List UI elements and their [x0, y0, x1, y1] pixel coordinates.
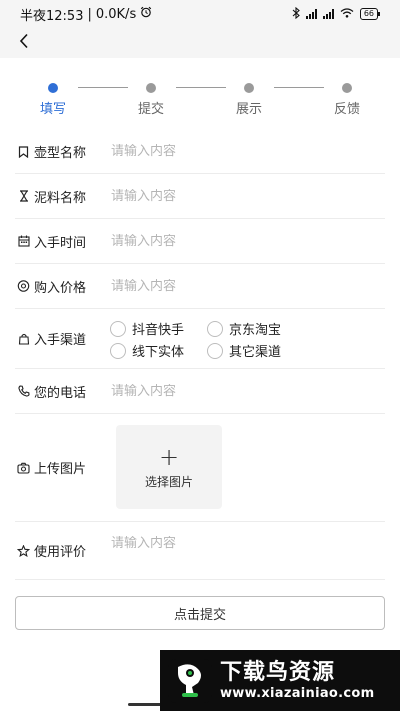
bluetooth-icon [292, 6, 300, 22]
form-row-upload: 上传图片 + 选择图片 [15, 414, 385, 522]
status-network-speed: 0.0K/s [95, 6, 137, 22]
wifi-icon [340, 7, 354, 21]
signal-icon [305, 9, 317, 19]
field-label: 入手渠道 [34, 333, 87, 348]
price-input[interactable] [111, 278, 371, 294]
step-label: 提交 [137, 102, 164, 117]
progress-steps: 填写 提交 展示 反馈 [0, 80, 400, 120]
radio-circle[interactable] [110, 320, 126, 337]
form-row-pot-name: 壶型名称 [15, 130, 385, 174]
step-dot-active [48, 83, 58, 93]
chevron-left-icon [18, 33, 30, 53]
field-label: 壶型名称 [34, 146, 87, 161]
status-bar: 半夜12:53 | 0.0K/s 66 [0, 0, 400, 28]
radio-circle[interactable] [207, 342, 223, 359]
watermark-text: 下载鸟资源 www.xiazainiao.com [220, 660, 374, 702]
watermark-url: www.xiazainiao.com [220, 685, 375, 701]
alarm-clock-icon [140, 6, 152, 22]
purchase-time-input[interactable] [111, 233, 371, 249]
step-label: 反馈 [333, 102, 360, 117]
radio-label: 京东淘宝 [229, 323, 282, 338]
select-image-button[interactable]: + 选择图片 [116, 425, 222, 509]
radio-label: 其它渠道 [229, 345, 282, 360]
status-left: 半夜12:53 | 0.0K/s [20, 5, 152, 24]
step-dot [244, 83, 254, 93]
step-display: 展示 [219, 80, 279, 117]
field-label: 泥料名称 [34, 190, 87, 206]
radio-douyin-kuaishou[interactable]: 抖音快手 [110, 319, 184, 338]
plus-icon: + [158, 442, 180, 471]
watermark-title: 下载鸟资源 [220, 659, 336, 685]
step-feedback: 反馈 [317, 80, 377, 117]
star-icon [17, 544, 30, 557]
hourglass-icon [17, 190, 30, 203]
form-row-channel: 入手渠道 抖音快手 京东淘宝 线下实体 其它渠道 [15, 309, 385, 369]
form-row-review: 使用评价 [15, 522, 385, 580]
radio-other-channel[interactable]: 其它渠道 [207, 341, 281, 360]
submit-button[interactable]: 点击提交 [15, 596, 385, 630]
field-label: 购入价格 [34, 280, 87, 296]
step-label: 填写 [39, 102, 66, 117]
step-dot [342, 83, 352, 93]
bookmark-icon [17, 145, 30, 158]
pot-name-input[interactable] [111, 144, 371, 159]
step-fill: 填写 [23, 80, 83, 117]
calendar-icon [17, 235, 30, 248]
step-submit: 提交 [121, 80, 181, 117]
status-divider: | [87, 6, 92, 22]
step-dot [146, 83, 156, 93]
clay-name-input[interactable] [111, 188, 371, 204]
eye-icon [17, 280, 30, 293]
bird-logo-icon [168, 658, 212, 703]
phone-input[interactable] [111, 383, 371, 399]
status-right: 66 [292, 6, 381, 22]
status-time: 半夜12:53 [20, 8, 84, 24]
battery-icon: 66 [359, 8, 381, 20]
form-row-clay-name: 泥料名称 [15, 174, 385, 219]
watermark-banner: 下载鸟资源 www.xiazainiao.com [160, 650, 400, 711]
field-label: 上传图片 [34, 462, 87, 477]
form-row-phone: 您的电话 [15, 369, 385, 414]
radio-jd-taobao[interactable]: 京东淘宝 [207, 319, 281, 338]
radio-label: 线下实体 [132, 345, 185, 360]
radio-circle[interactable] [207, 320, 223, 337]
form-row-price: 购入价格 [15, 264, 385, 309]
radio-offline-store[interactable]: 线下实体 [110, 341, 184, 360]
submission-form: 壶型名称 泥料名称 入手时间 购入价格 入手渠道 抖音快手 [15, 130, 385, 580]
phone-icon [17, 385, 30, 398]
radio-circle[interactable] [110, 342, 126, 359]
signal-icon-2 [322, 9, 334, 19]
select-image-label: 选择图片 [144, 474, 193, 489]
radio-label: 抖音快手 [132, 323, 185, 338]
nav-bar [0, 28, 400, 58]
review-input[interactable] [111, 536, 371, 551]
form-row-purchase-time: 入手时间 [15, 219, 385, 264]
field-label: 您的电话 [34, 385, 87, 401]
back-button[interactable] [12, 31, 36, 55]
field-label: 入手时间 [34, 235, 87, 251]
camera-icon [17, 461, 30, 474]
step-label: 展示 [235, 102, 262, 117]
shopping-bag-icon [17, 332, 30, 345]
field-label: 使用评价 [34, 545, 87, 560]
